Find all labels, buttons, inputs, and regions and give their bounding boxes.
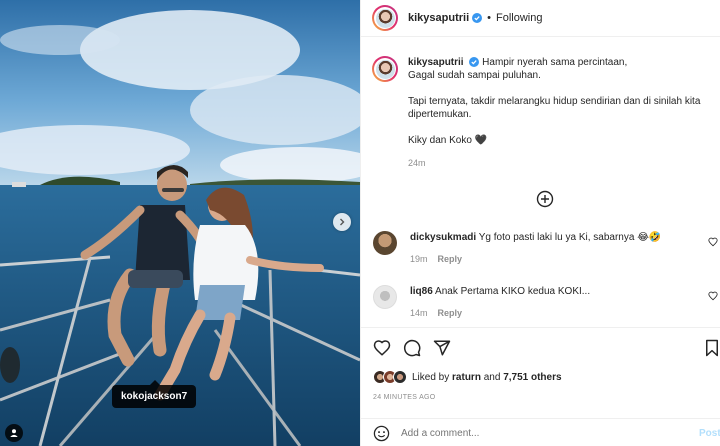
tagged-users-button[interactable] xyxy=(5,424,23,442)
comment-username[interactable]: dickysukmadi xyxy=(410,232,476,243)
likes-middle: and xyxy=(483,371,501,383)
author-avatar[interactable] xyxy=(372,5,398,31)
black-heart-emoji: 🖤 xyxy=(474,135,488,146)
photo-tag-username: kokojackson7 xyxy=(121,391,188,402)
comment-bubble-icon[interactable] xyxy=(403,339,421,357)
reply-button[interactable]: Reply xyxy=(438,254,463,264)
action-bar xyxy=(373,339,451,357)
author-username[interactable]: kikysaputrii xyxy=(408,12,469,24)
emoji-smiley-icon[interactable] xyxy=(373,425,390,442)
likes-user[interactable]: raturn xyxy=(452,372,481,383)
header-separator: • xyxy=(487,12,491,24)
following-button[interactable]: Following xyxy=(496,12,542,24)
caption-paragraph-3: Kiky dan Koko xyxy=(408,135,472,146)
like-comment-heart-icon[interactable] xyxy=(708,291,718,301)
verified-badge-icon xyxy=(472,13,483,23)
user-icon xyxy=(10,429,18,437)
verified-badge-icon xyxy=(469,57,480,67)
comment-item: liq86 Anak Pertama KIKO kedua KOKI... 14… xyxy=(373,285,720,320)
laughing-emoji: 😂🤣 xyxy=(637,232,662,243)
share-paper-plane-icon[interactable] xyxy=(433,339,451,357)
likes-summary[interactable]: Liked by raturn and 7,751 others xyxy=(373,370,562,384)
caption-avatar[interactable] xyxy=(372,56,398,82)
like-heart-icon[interactable] xyxy=(373,339,391,357)
post-header: kikysaputrii • Following xyxy=(361,0,720,37)
caption-paragraph-2: Tapi ternyata, takdir melarangku hidup s… xyxy=(408,96,701,120)
comment-item: dickysukmadi Yg foto pasti laki lu ya Ki… xyxy=(373,231,720,266)
save-bookmark-icon[interactable] xyxy=(704,339,720,357)
commenter-avatar[interactable] xyxy=(373,285,397,309)
comment-text: Yg foto pasti laki lu ya Ki, sabarnya xyxy=(478,232,635,243)
likes-prefix: Liked by xyxy=(412,371,450,383)
photo-tag-bubble[interactable]: kokojackson7 xyxy=(112,380,197,408)
post-photo[interactable]: kokojackson7 xyxy=(0,0,360,446)
photo-scene xyxy=(0,0,360,446)
commenter-avatar[interactable] xyxy=(373,231,397,255)
comment-text: Anak Pertama KIKO kedua KOKI... xyxy=(435,286,591,297)
like-comment-heart-icon[interactable] xyxy=(708,237,718,247)
post-comment-button[interactable]: Post xyxy=(699,428,720,439)
add-comment-bar: Post xyxy=(360,418,720,446)
caption-username[interactable]: kikysaputrii xyxy=(408,57,464,68)
post-actions-panel: Liked by raturn and 7,751 others 24 MINU… xyxy=(360,327,720,446)
post-time-ago: 24 MINUTES AGO xyxy=(373,394,436,401)
comment-time: 19m xyxy=(410,254,428,264)
reply-button[interactable]: Reply xyxy=(438,308,463,318)
add-comment-input[interactable] xyxy=(401,427,661,439)
load-more-comments-icon[interactable] xyxy=(536,190,554,208)
caption-timestamp: 24m xyxy=(408,158,426,168)
likes-count[interactable]: 7,751 others xyxy=(503,372,561,383)
caption-line-1: Hampir nyerah sama percintaan, xyxy=(482,57,628,68)
chevron-right-icon xyxy=(340,218,345,226)
next-photo-button[interactable] xyxy=(333,213,351,231)
post-caption: kikysaputrii Hampir nyerah sama percinta… xyxy=(372,56,712,170)
comment-username[interactable]: liq86 xyxy=(410,286,433,297)
comment-time: 14m xyxy=(410,308,428,318)
caption-line-2: Gagal sudah sampai puluhan. xyxy=(408,70,541,81)
liker-avatars xyxy=(373,370,407,384)
